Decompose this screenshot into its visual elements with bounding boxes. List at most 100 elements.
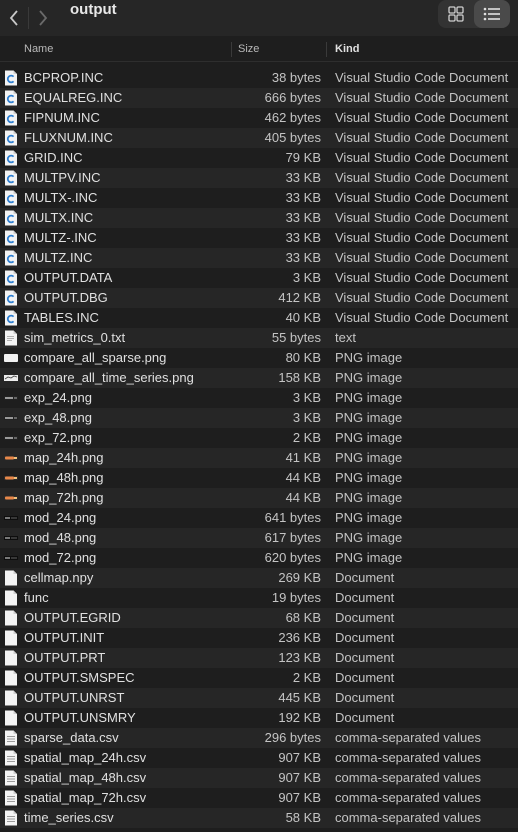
- file-row[interactable]: sparse_data.csv 296 bytes comma-separated …: [0, 728, 518, 748]
- file-row[interactable]: func 19 bytes Document: [0, 588, 518, 608]
- file-row[interactable]: GRID.INC 79 KB Visual Studio Code Document: [0, 148, 518, 168]
- image-thumbnail-icon: [4, 370, 18, 386]
- file-size: 666 bytes: [264, 90, 321, 105]
- column-header-name[interactable]: Name: [24, 38, 53, 61]
- file-row[interactable]: BCPROP.INC 38 bytes Visual Studio Code Doc…: [0, 68, 518, 88]
- vscode-doc-icon: [4, 90, 18, 106]
- file-size: 44 KB: [285, 490, 321, 505]
- file-name: FLUXNUM.INC: [24, 130, 113, 145]
- file-kind: Document: [335, 710, 395, 725]
- column-divider[interactable]: [231, 42, 232, 57]
- file-name: OUTPUT.DBG: [24, 290, 108, 305]
- file-row[interactable]: compare_all_time_series.png 158 KB PNG ima…: [0, 368, 518, 388]
- back-button[interactable]: [0, 0, 28, 36]
- file-row[interactable]: MULTZ.INC 33 KB Visual Studio Code Documen…: [0, 248, 518, 268]
- image-thumbnail-icon: [4, 450, 18, 466]
- toolbar: output: [0, 0, 518, 36]
- file-size: 641 bytes: [264, 510, 321, 525]
- file-row[interactable]: MULTX-.INC 33 KB Visual Studio Code Docume…: [0, 188, 518, 208]
- file-name: map_48h.png: [24, 470, 104, 485]
- file-row[interactable]: OUTPUT.EGRID 68 KB Document: [0, 608, 518, 628]
- file-row[interactable]: EQUALREG.INC 666 bytes Visual Studio Code …: [0, 88, 518, 108]
- file-kind: text: [335, 330, 356, 345]
- file-row[interactable]: mod_24.png 641 bytes PNG image: [0, 508, 518, 528]
- file-row[interactable]: TABLES.INC 40 KB Visual Studio Code Docume…: [0, 308, 518, 328]
- file-name: map_24h.png: [24, 450, 104, 465]
- file-row[interactable]: sim_metrics_0.txt 55 bytes text: [0, 328, 518, 348]
- file-name: BCPROP.INC: [24, 70, 104, 85]
- chevron-left-icon: [9, 10, 18, 26]
- file-name: OUTPUT.INIT: [24, 630, 105, 645]
- file-name: compare_all_sparse.png: [24, 350, 167, 365]
- file-row[interactable]: FIPNUM.INC 462 bytes Visual Studio Code Do…: [0, 108, 518, 128]
- file-row[interactable]: FLUXNUM.INC 405 bytes Visual Studio Code D…: [0, 128, 518, 148]
- file-kind: PNG image: [335, 370, 403, 385]
- file-row[interactable]: OUTPUT.UNRST 445 KB Document: [0, 688, 518, 708]
- file-name: MULTZ.INC: [24, 250, 93, 265]
- file-kind: Document: [335, 590, 395, 605]
- file-size: 3 KB: [292, 390, 321, 405]
- file-kind: Document: [335, 630, 395, 645]
- list-view-button[interactable]: [474, 0, 510, 28]
- column-header-kind[interactable]: Kind: [335, 38, 359, 61]
- file-row[interactable]: MULTZ-.INC 33 KB Visual Studio Code Docume…: [0, 228, 518, 248]
- file-row[interactable]: spatial_map_24h.csv 907 KB comma-separated…: [0, 748, 518, 768]
- file-row[interactable]: OUTPUT.PRT 123 KB Document: [0, 648, 518, 668]
- view-mode-switcher: [438, 0, 510, 28]
- file-row[interactable]: mod_72.png 620 bytes PNG image: [0, 548, 518, 568]
- file-row[interactable]: spatial_map_72h.csv 907 KB comma-separated…: [0, 788, 518, 808]
- column-header-size[interactable]: Size: [238, 38, 259, 61]
- file-kind: PNG image: [335, 530, 403, 545]
- file-row[interactable]: spatial_map_48h.csv 907 KB comma-separated…: [0, 768, 518, 788]
- file-name: FIPNUM.INC: [24, 110, 100, 125]
- file-row[interactable]: map_72h.png 44 KB PNG image: [0, 488, 518, 508]
- icon-view-button[interactable]: [438, 0, 474, 28]
- file-size: 40 KB: [285, 310, 321, 325]
- vscode-doc-icon: [4, 270, 18, 286]
- file-row[interactable]: map_48h.png 44 KB PNG image: [0, 468, 518, 488]
- forward-button[interactable]: [29, 0, 57, 36]
- column-divider[interactable]: [326, 42, 327, 57]
- file-size: 44 KB: [285, 470, 321, 485]
- vscode-doc-icon: [4, 230, 18, 246]
- file-name: compare_all_time_series.png: [24, 370, 194, 385]
- file-row[interactable]: mod_48.png 617 bytes PNG image: [0, 528, 518, 548]
- file-name: MULTX.INC: [24, 210, 94, 225]
- file-row[interactable]: MULTX.INC 33 KB Visual Studio Code Documen…: [0, 208, 518, 228]
- file-name: GRID.INC: [24, 150, 83, 165]
- file-name: map_72h.png: [24, 490, 104, 505]
- file-row[interactable]: exp_48.png 3 KB PNG image: [0, 408, 518, 428]
- image-thumbnail-icon: [4, 490, 18, 506]
- file-kind: Document: [335, 690, 395, 705]
- file-name: func: [24, 590, 49, 605]
- file-row[interactable]: MULTPV.INC 33 KB Visual Studio Code Docume…: [0, 168, 518, 188]
- file-row[interactable]: compare_all_sparse.png 80 KB PNG image: [0, 348, 518, 368]
- file-size: 907 KB: [278, 750, 321, 765]
- file-size: 33 KB: [285, 210, 321, 225]
- image-thumbnail-icon: [4, 350, 18, 366]
- file-size: 296 bytes: [264, 730, 321, 745]
- file-kind: Visual Studio Code Document: [335, 170, 509, 185]
- file-row[interactable]: OUTPUT.INIT 236 KB Document: [0, 628, 518, 648]
- file-kind: Document: [335, 570, 395, 585]
- file-size: 405 bytes: [264, 130, 321, 145]
- file-row[interactable]: OUTPUT.DBG 412 KB Visual Studio Code Docum…: [0, 288, 518, 308]
- file-row[interactable]: map_24h.png 41 KB PNG image: [0, 448, 518, 468]
- file-name: mod_24.png: [24, 510, 97, 525]
- file-size: 412 KB: [278, 290, 321, 305]
- file-row[interactable]: OUTPUT.DATA 3 KB Visual Studio Code Docume…: [0, 268, 518, 288]
- file-row[interactable]: OUTPUT.SMSPEC 2 KB Document: [0, 668, 518, 688]
- file-row[interactable]: exp_24.png 3 KB PNG image: [0, 388, 518, 408]
- file-kind: Visual Studio Code Document: [335, 230, 509, 245]
- file-row[interactable]: exp_72.png 2 KB PNG image: [0, 428, 518, 448]
- file-size: 2 KB: [292, 430, 321, 445]
- file-name: time_series.csv: [24, 810, 114, 825]
- file-size: 79 KB: [285, 150, 321, 165]
- file-kind: PNG image: [335, 490, 403, 505]
- file-kind: Visual Studio Code Document: [335, 250, 509, 265]
- file-row[interactable]: OUTPUT.UNSMRY 192 KB Document: [0, 708, 518, 728]
- window-title: output: [70, 1, 117, 18]
- file-row[interactable]: time_series.csv 58 KB comma-separated valu…: [0, 808, 518, 828]
- file-row[interactable]: cellmap.npy 269 KB Document: [0, 568, 518, 588]
- file-size: 3 KB: [292, 410, 321, 425]
